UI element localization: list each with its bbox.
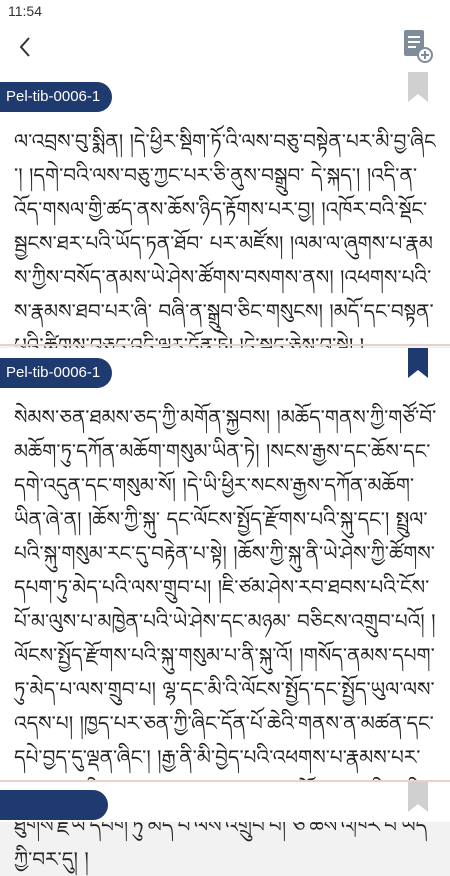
status-time: 11:54 [8, 3, 42, 19]
text-entry-card: Pel-tib-0006-1 སེམས་ཅན་ཐམས་ཅད་ཀྱི་མགོན་ས… [0, 348, 450, 871]
entry-id-badge[interactable] [0, 790, 108, 820]
entry-id-badge[interactable]: Pel-tib-0006-1 [0, 358, 113, 388]
bookmark-icon[interactable] [408, 72, 428, 102]
text-entry-card [0, 782, 450, 822]
entry-divider [0, 344, 450, 346]
text-entry-card: Pel-tib-0006-1 ལ་འབྲས་བུ་སྨིན། །དེ་ཕྱིར་… [0, 72, 450, 357]
chevron-left-icon [19, 37, 30, 57]
entry-id-badge[interactable]: Pel-tib-0006-1 [0, 82, 113, 112]
tibetan-passage: ལ་འབྲས་བུ་སྨིན། །དེ་ཕྱིར་སྡིག་ཏོ་འི་ལས་བ… [14, 129, 436, 357]
status-bar: 11:54 [0, 0, 450, 22]
bookmark-icon[interactable] [408, 348, 428, 378]
top-nav-bar [0, 22, 450, 72]
back-button[interactable] [8, 30, 42, 64]
bookmark-icon[interactable] [408, 782, 428, 812]
notes-button[interactable] [400, 28, 436, 64]
notebook-add-icon [404, 30, 433, 63]
